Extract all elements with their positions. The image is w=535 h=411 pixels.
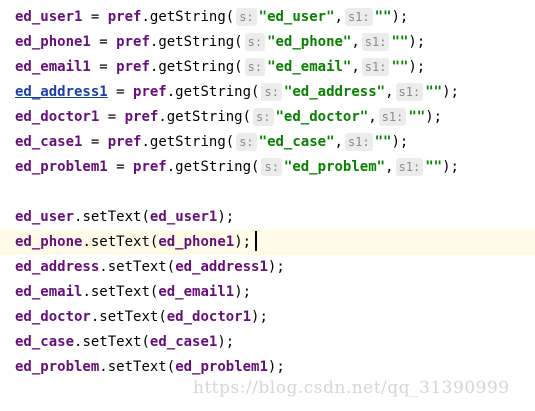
text-caret (255, 231, 257, 251)
string-literal: "" (391, 34, 409, 50)
string-literal: "ed_user" (258, 9, 335, 25)
field-variable: ed_problem (15, 359, 100, 375)
pref-variable: pref (116, 59, 150, 75)
variable: ed_doctor1 (15, 109, 100, 125)
string-literal: "" (408, 109, 426, 125)
method-name: getString (149, 134, 226, 150)
param-hint: s1: (378, 108, 407, 126)
argument-variable: ed_phone1 (158, 234, 235, 250)
field-variable: ed_phone (15, 234, 83, 250)
string-literal: "ed_email" (267, 59, 352, 75)
string-literal: "" (374, 9, 392, 25)
method-name: setText (107, 259, 167, 275)
pref-variable: pref (116, 34, 150, 50)
method-name: getString (166, 109, 243, 125)
pref-variable: pref (107, 9, 142, 25)
param-hint: s1: (361, 58, 390, 76)
string-literal: "" (374, 134, 392, 150)
string-literal: "" (425, 159, 443, 175)
argument-variable: ed_user1 (149, 209, 218, 225)
param-hint: s: (261, 158, 282, 176)
code-line[interactable]: ed_doctor.setText(ed_doctor1); (0, 305, 535, 330)
method-name: setText (82, 209, 142, 225)
param-hint: s1: (361, 33, 390, 51)
string-literal: "ed_case" (258, 134, 335, 150)
field-variable: ed_email (15, 284, 83, 300)
pref-variable: pref (124, 109, 159, 125)
string-literal: "ed_address" (283, 84, 386, 100)
method-name: setText (82, 334, 142, 350)
method-name: getString (175, 84, 252, 100)
code-editor[interactable]: ed_user1 = pref.getString(s: "ed_user", s1… (0, 0, 535, 411)
method-name: setText (107, 359, 167, 375)
param-hint: s1: (395, 83, 424, 101)
argument-variable: ed_problem1 (175, 359, 268, 375)
param-hint: s1: (344, 133, 373, 151)
argument-variable: ed_doctor1 (166, 309, 252, 325)
variable: ed_problem1 (15, 159, 108, 175)
pref-variable: pref (107, 134, 142, 150)
string-literal: "ed_phone" (267, 34, 352, 50)
code-line[interactable]: ed_address1 = pref.getString(s: "ed_addre… (0, 80, 535, 105)
method-name: setText (99, 309, 159, 325)
string-literal: "" (425, 84, 443, 100)
method-name: getString (175, 159, 252, 175)
string-literal: "" (391, 59, 409, 75)
method-name: getString (158, 59, 235, 75)
field-variable: ed_case (15, 334, 75, 350)
param-hint: s: (244, 33, 266, 51)
method-name: setText (90, 234, 150, 250)
pref-variable: pref (133, 159, 167, 175)
code-line[interactable]: ed_case1 = pref.getString(s: "ed_case", s1… (0, 130, 535, 155)
param-hint: s: (261, 83, 282, 101)
argument-variable: ed_address1 (175, 259, 268, 275)
code-line[interactable]: ed_user1 = pref.getString(s: "ed_user", s1… (0, 5, 535, 30)
variable-highlighted[interactable]: ed_address1 (15, 84, 108, 100)
param-hint: s: (253, 108, 274, 126)
string-literal: "ed_doctor" (275, 109, 369, 125)
variable: ed_case1 (15, 134, 83, 150)
method-name: getString (149, 9, 226, 25)
pref-variable: pref (133, 84, 167, 100)
field-variable: ed_doctor (15, 309, 91, 325)
field-variable: ed_user (15, 209, 75, 225)
argument-variable: ed_email1 (158, 284, 235, 300)
method-name: getString (158, 34, 235, 50)
code-line[interactable]: ed_phone1 = pref.getString(s: "ed_phone",… (0, 30, 535, 55)
watermark: https://blog.csdn.net/qq_31390999 (193, 378, 510, 398)
param-hint: s: (236, 133, 257, 151)
param-hint: s1: (395, 158, 424, 176)
variable: ed_email1 (15, 59, 91, 75)
current-code-line[interactable]: ed_phone.setText(ed_phone1); (0, 230, 535, 255)
code-line[interactable]: ed_case.setText(ed_case1); (0, 330, 535, 355)
code-line[interactable]: ed_address.setText(ed_address1); (0, 255, 535, 280)
argument-variable: ed_case1 (149, 334, 218, 350)
method-name: setText (90, 284, 150, 300)
code-line[interactable]: ed_doctor1 = pref.getString(s: "ed_doctor… (0, 105, 535, 130)
variable: ed_user1 (15, 9, 83, 25)
string-literal: "ed_problem" (283, 159, 386, 175)
code-line[interactable]: ed_email1 = pref.getString(s: "ed_email",… (0, 55, 535, 80)
code-line[interactable]: ed_problem.setText(ed_problem1); (0, 355, 535, 380)
field-variable: ed_address (15, 259, 100, 275)
param-hint: s: (236, 8, 257, 26)
code-line[interactable]: ed_user.setText(ed_user1); (0, 205, 535, 230)
variable: ed_phone1 (15, 34, 91, 50)
param-hint: s: (244, 58, 266, 76)
param-hint: s1: (344, 8, 373, 26)
code-line[interactable]: ed_email.setText(ed_email1); (0, 280, 535, 305)
code-line[interactable]: ed_problem1 = pref.getString(s: "ed_probl… (0, 155, 535, 180)
